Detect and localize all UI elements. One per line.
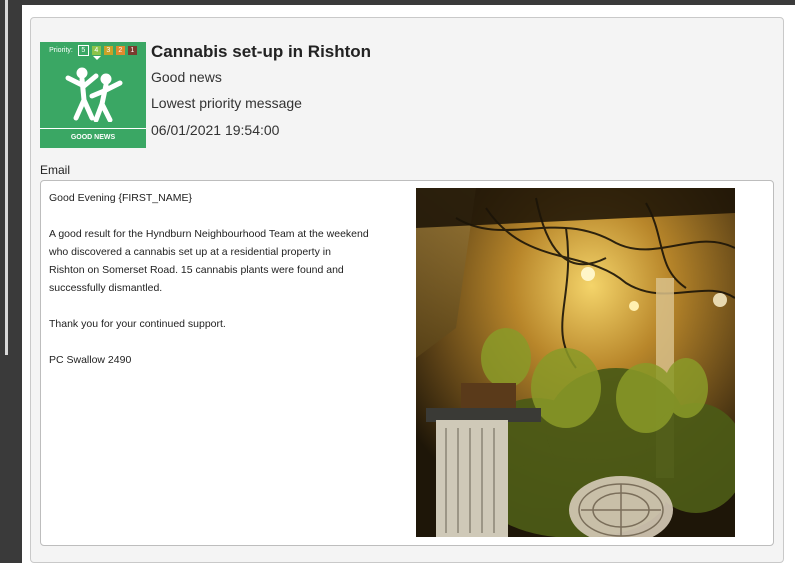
viewport: Priority: 5 4 3 2 1 GOOD NEWS Cannabis s… (22, 5, 795, 563)
priority-scale-label: Priority: (49, 46, 73, 54)
left-strip (0, 0, 22, 563)
priority-level-1: 1 (127, 45, 137, 55)
message-datetime: 06/01/2021 19:54:00 (151, 122, 280, 138)
email-thanks: Thank you for your continued support. (49, 318, 226, 330)
email-greeting: Good Evening {FIRST_NAME} (49, 192, 192, 204)
priority-level-2: 2 (115, 45, 125, 55)
left-scrollbar[interactable] (5, 0, 8, 355)
message-panel: Priority: 5 4 3 2 1 GOOD NEWS Cannabis s… (30, 17, 784, 563)
email-content-box: Good Evening {FIRST_NAME} A good result … (40, 180, 774, 546)
priority-level-4: 4 (91, 45, 101, 55)
priority-pointer-icon (93, 56, 101, 60)
email-section-label: Email (40, 163, 71, 177)
message-category: Good news (151, 69, 222, 85)
priority-level-3: 3 (103, 45, 113, 55)
badge-divider (40, 128, 146, 129)
good-news-badge: Priority: 5 4 3 2 1 GOOD NEWS (40, 42, 146, 148)
message-title: Cannabis set-up in Rishton (151, 42, 372, 61)
badge-caption: GOOD NEWS (70, 134, 116, 141)
email-body: A good result for the Hyndburn Neighbour… (49, 228, 369, 294)
email-signature: PC Swallow 2490 (49, 354, 132, 366)
celebrating-people-icon (65, 67, 123, 122)
email-text: Good Evening {FIRST_NAME} A good result … (49, 189, 369, 387)
top-right-tab (785, 5, 795, 23)
grow-room-photo (416, 188, 735, 537)
priority-scale: Priority: 5 4 3 2 1 (40, 44, 146, 56)
priority-level-5: 5 (77, 44, 89, 56)
message-priority: Lowest priority message (151, 95, 302, 111)
